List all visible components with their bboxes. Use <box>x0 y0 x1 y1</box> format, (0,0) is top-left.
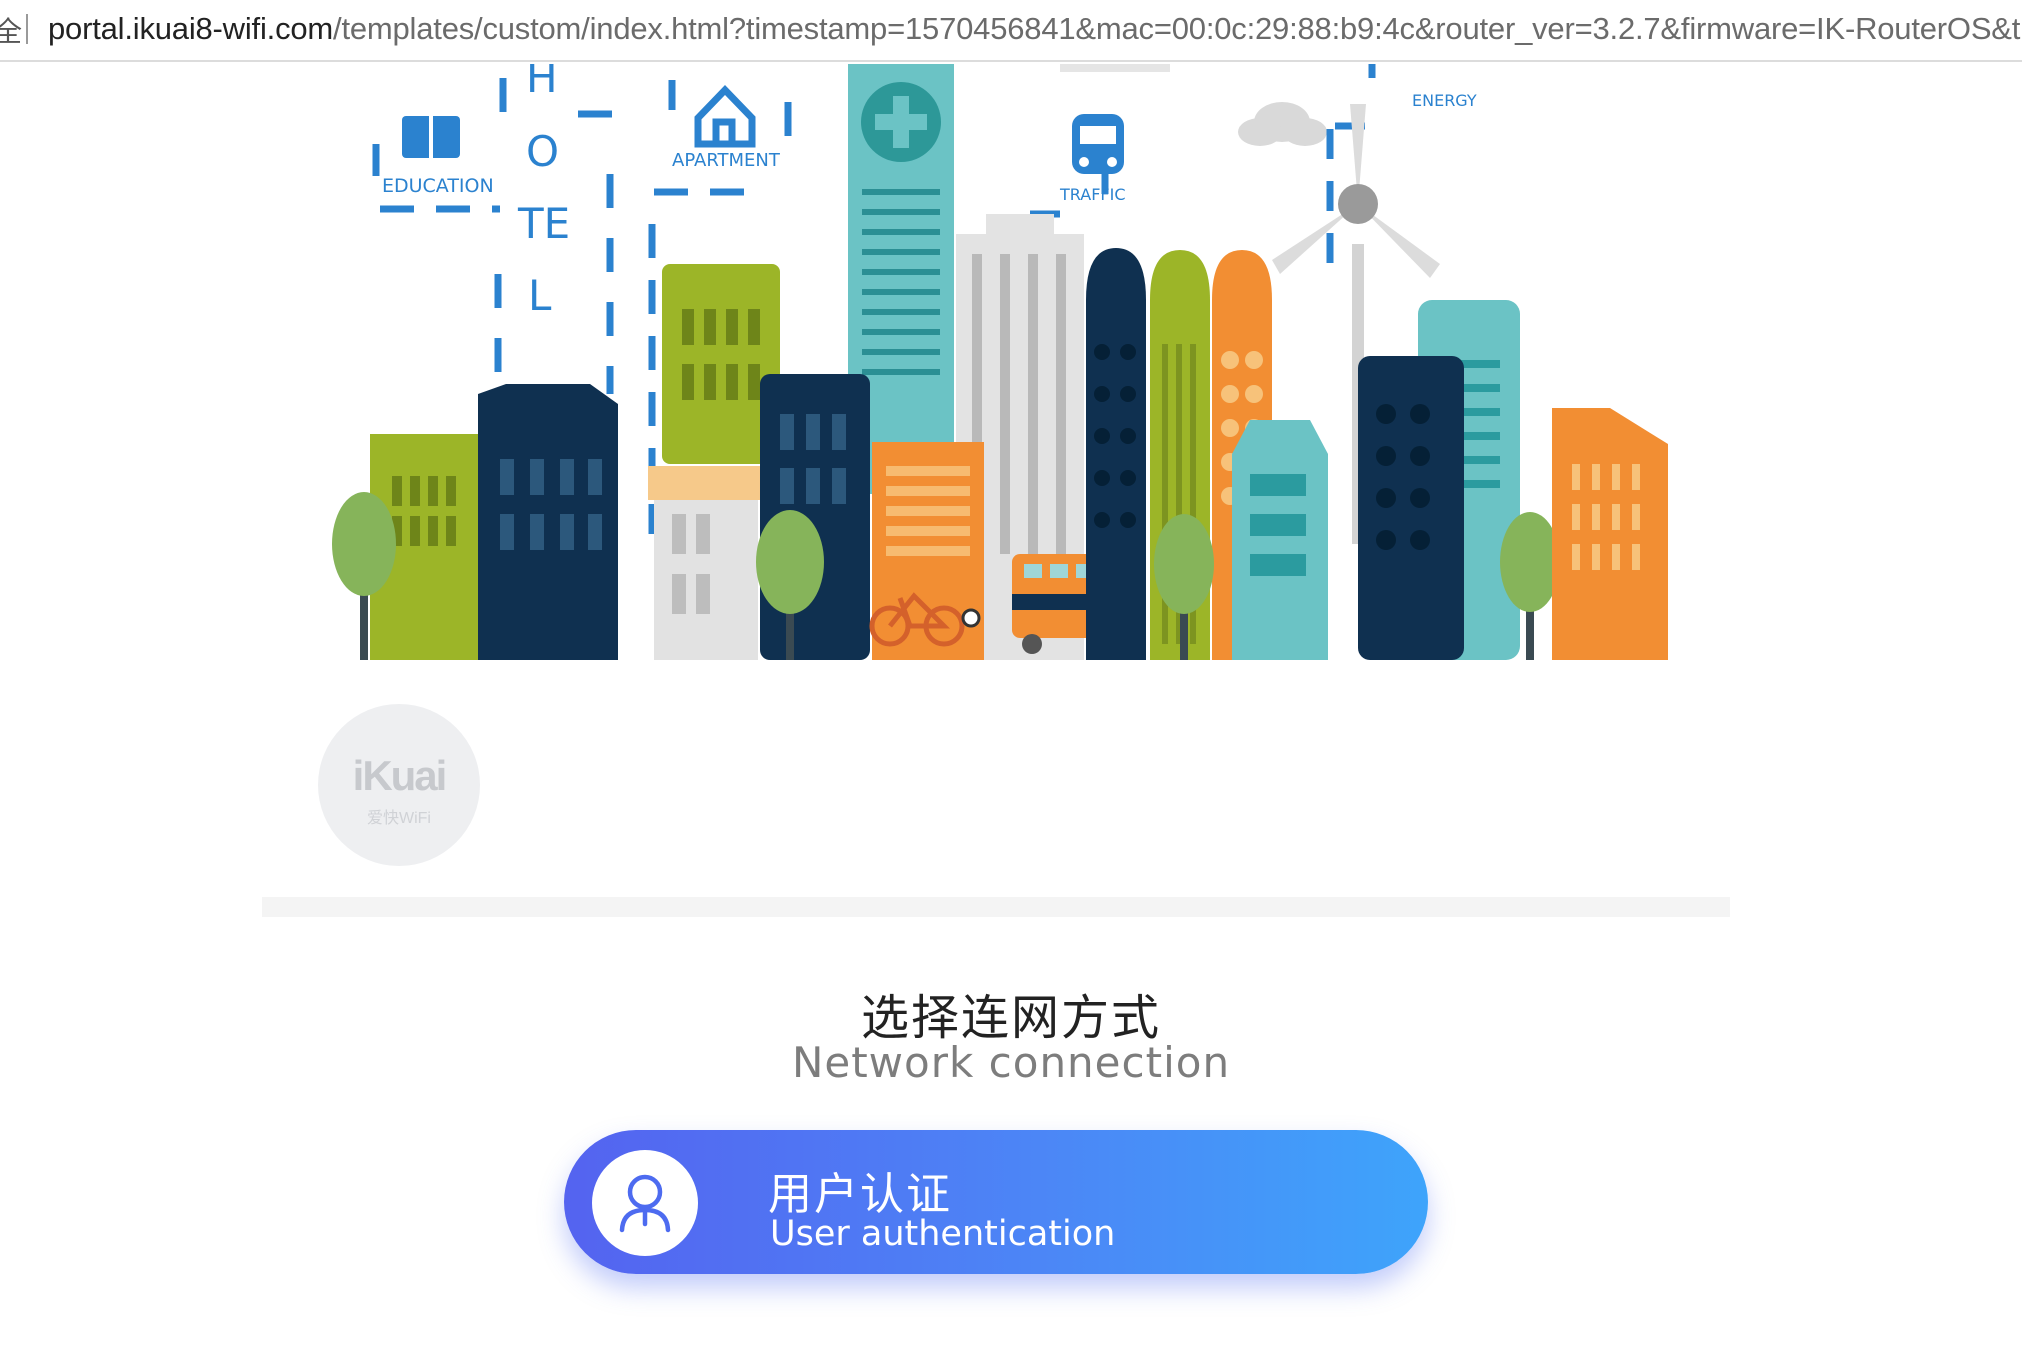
navy-right-building <box>1358 356 1464 660</box>
energy-frame <box>1326 64 1376 264</box>
auth-label-zh: 用户认证 <box>768 1169 952 1220</box>
bus-icon <box>1072 114 1124 174</box>
logo-wordmark: iKuai <box>352 752 448 799</box>
connection-title-en: Network connection <box>791 1038 1231 1087</box>
energy-label: ENERGY <box>1412 91 1477 110</box>
hotel-o-label: O <box>526 127 559 176</box>
cloud-icon <box>1238 102 1327 146</box>
orange-right-building <box>1552 408 1668 660</box>
section-divider <box>262 897 1730 917</box>
education-label: EDUCATION <box>382 175 494 197</box>
user-authentication-button[interactable]: 用户认证 User authentication <box>564 1130 1428 1274</box>
navy-gable-building <box>478 384 618 660</box>
house-icon <box>694 84 756 148</box>
hotel-te-label: TE <box>517 199 570 248</box>
address-bar[interactable]: 全 portal.ikuai8-wifi.com/templates/custo… <box>0 0 2022 62</box>
city-banner-illustration: EDUCATION H O TE L APARTMENT TRAFFIC ENE… <box>332 64 1668 660</box>
hotel-l-label: L <box>528 271 552 320</box>
hotel-h-label: H <box>526 64 558 102</box>
address-separator <box>26 14 28 44</box>
url-path: /templates/custom/index.html?timestamp=1… <box>333 11 2021 46</box>
teal-low-building <box>1232 420 1328 660</box>
security-indicator[interactable]: 全 <box>0 10 22 50</box>
logo-subtext: 爱快WiFi <box>367 810 431 827</box>
traffic-label: TRAFFIC <box>1059 185 1125 204</box>
apartment-label: APARTMENT <box>672 150 781 171</box>
user-icon <box>592 1150 698 1256</box>
url-host: portal.ikuai8-wifi.com <box>48 11 334 46</box>
auth-label-en: User authentication <box>770 1214 1116 1254</box>
url-text[interactable]: portal.ikuai8-wifi.com/templates/custom/… <box>48 11 2020 47</box>
navy-rounded-tower <box>1086 248 1146 660</box>
ikuai-logo: iKuai 爱快WiFi <box>318 704 480 866</box>
